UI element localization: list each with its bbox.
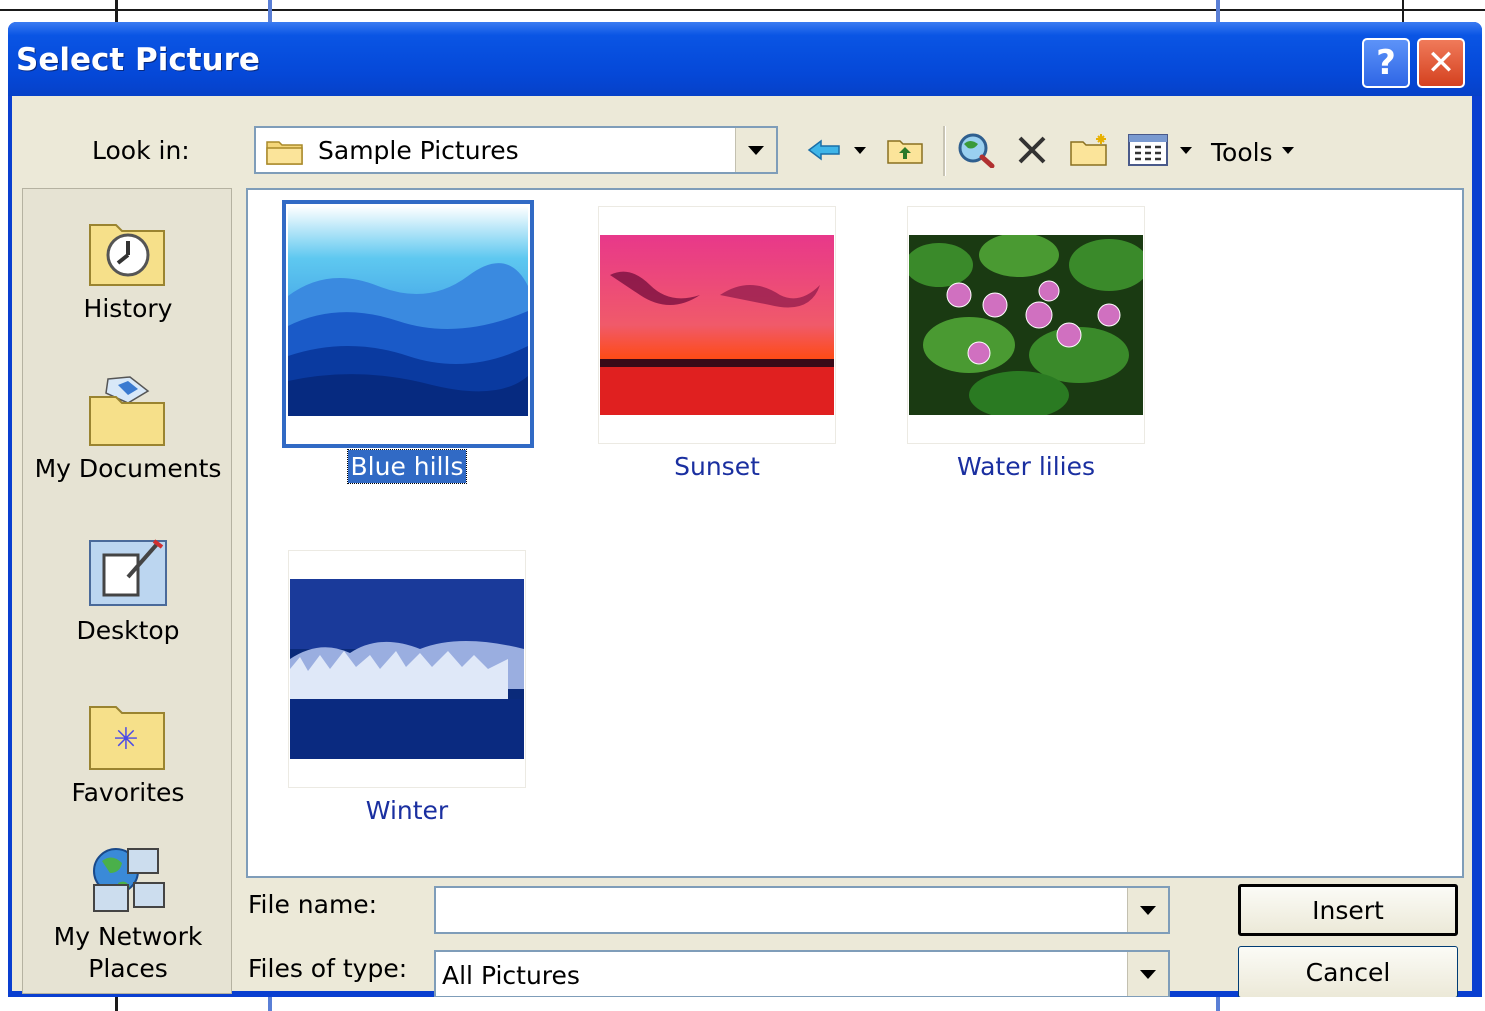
- sunset-image: [600, 235, 834, 415]
- tools-menu[interactable]: Tools: [1211, 138, 1273, 167]
- cancel-button[interactable]: Cancel: [1238, 946, 1458, 997]
- background-gridline: [115, 997, 118, 1011]
- new-folder-button[interactable]: [1067, 132, 1113, 168]
- files-of-type-label: Files of type:: [248, 954, 408, 983]
- toolbar-separator: [943, 126, 946, 176]
- thumbnail-sunset[interactable]: [598, 206, 836, 444]
- background-gridline: [1402, 0, 1404, 22]
- file-caption[interactable]: Blue hills: [288, 449, 526, 484]
- chevron-down-icon: [1282, 146, 1294, 154]
- chevron-down-icon: [1140, 905, 1156, 915]
- insert-button[interactable]: Insert: [1238, 884, 1458, 936]
- dialog-title: Select Picture: [16, 42, 260, 78]
- file-caption[interactable]: Sunset: [598, 452, 836, 481]
- place-desktop[interactable]: Desktop: [23, 537, 233, 647]
- look-in-dropdown[interactable]: Sample Pictures: [254, 126, 778, 174]
- help-button[interactable]: ?: [1362, 38, 1410, 88]
- delete-button[interactable]: [1012, 132, 1052, 168]
- back-button[interactable]: [804, 132, 844, 168]
- svg-text:✳: ✳: [113, 722, 138, 757]
- network-places-icon: [93, 848, 165, 912]
- background-gridline: [268, 997, 272, 1011]
- water-lilies-image: [909, 235, 1143, 415]
- tools-dropdown-button[interactable]: [1280, 132, 1296, 168]
- file-name: Winter: [365, 796, 449, 825]
- chevron-down-icon: [1180, 146, 1192, 154]
- up-folder-button[interactable]: [884, 132, 926, 168]
- place-my-documents[interactable]: My Documents: [23, 375, 233, 485]
- back-icon: [807, 139, 840, 161]
- winter-image: [290, 579, 524, 759]
- favorites-icon: ✳: [89, 706, 165, 770]
- file-name: Water lilies: [956, 452, 1096, 481]
- blue-hills-image: [288, 206, 528, 416]
- title-bar[interactable]: Select Picture ? ✕: [8, 22, 1482, 96]
- file-caption[interactable]: Winter: [288, 796, 526, 825]
- places-bar: History My Documents Desktop ✳ Favorites…: [22, 188, 232, 994]
- chevron-down-icon: [854, 146, 866, 154]
- look-in-dropdown-button[interactable]: [735, 128, 776, 172]
- background-gridline: [0, 9, 1485, 11]
- background-gridline: [1216, 0, 1220, 22]
- close-button[interactable]: ✕: [1417, 38, 1465, 88]
- chevron-down-icon: [1140, 969, 1156, 979]
- place-label: Desktop: [76, 616, 180, 645]
- views-dropdown-button[interactable]: [1178, 132, 1194, 168]
- look-in-label: Look in:: [92, 136, 190, 165]
- place-label: History: [83, 294, 173, 323]
- views-button[interactable]: [1126, 132, 1170, 168]
- files-of-type-dropdown[interactable]: All Pictures: [434, 950, 1170, 997]
- file-name: Sunset: [674, 452, 760, 481]
- up-folder-icon: [887, 140, 923, 164]
- file-name-label: File name:: [248, 890, 378, 919]
- place-label: My Network Places: [53, 922, 203, 983]
- history-icon: [89, 224, 165, 286]
- file-name-dropdown-button[interactable]: [1127, 888, 1168, 932]
- delete-icon: [1018, 136, 1046, 164]
- file-list[interactable]: Blue hills Sunset Water lilies Winter: [246, 188, 1464, 878]
- place-history[interactable]: History: [23, 215, 233, 325]
- place-favorites[interactable]: ✳ Favorites: [23, 699, 233, 809]
- search-web-button[interactable]: [954, 132, 1000, 168]
- file-name: Blue hills: [346, 449, 468, 484]
- views-icon: [1128, 134, 1168, 166]
- back-dropdown-button[interactable]: [852, 132, 868, 168]
- background-gridline: [115, 0, 118, 22]
- place-label: My Documents: [34, 454, 222, 483]
- file-name-field[interactable]: [434, 886, 1170, 934]
- folder-icon: [266, 141, 303, 165]
- chevron-down-icon: [748, 145, 764, 155]
- my-documents-icon: [89, 376, 165, 446]
- thumbnail-blue-hills[interactable]: [282, 200, 534, 448]
- background-gridline: [268, 0, 272, 22]
- place-label: Favorites: [71, 778, 185, 807]
- thumbnail-water-lilies[interactable]: [907, 206, 1145, 444]
- background-gridline: [1216, 997, 1220, 1011]
- select-picture-dialog: Select Picture ? ✕ Look in: Sample Pictu…: [8, 22, 1482, 997]
- place-my-network-places[interactable]: My Network Places: [23, 843, 233, 985]
- search-web-icon: [958, 133, 995, 168]
- file-caption[interactable]: Water lilies: [907, 452, 1145, 481]
- look-in-value: Sample Pictures: [318, 136, 519, 165]
- files-of-type-dropdown-button[interactable]: [1127, 952, 1168, 996]
- new-folder-icon: [1070, 134, 1107, 166]
- thumbnail-winter[interactable]: [288, 550, 526, 788]
- desktop-icon: [89, 539, 167, 606]
- files-of-type-value: All Pictures: [442, 961, 580, 990]
- dialog-body: Look in: Sample Pictures Tools History M…: [12, 96, 1472, 997]
